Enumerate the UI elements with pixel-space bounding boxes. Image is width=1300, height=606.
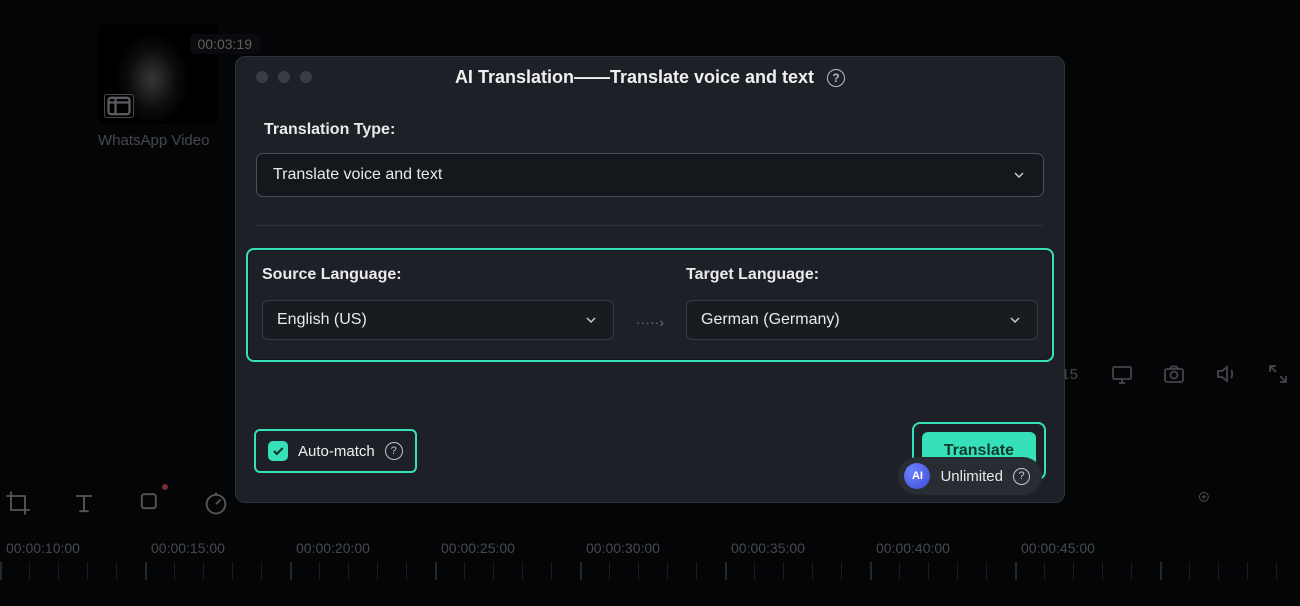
help-icon[interactable]: ? bbox=[385, 442, 403, 460]
target-language-label: Target Language: bbox=[686, 266, 1038, 284]
dialog-title-text: AI Translation——Translate voice and text bbox=[455, 67, 814, 87]
arrow-right-icon: ·····› bbox=[634, 314, 666, 340]
check-icon bbox=[271, 444, 285, 458]
auto-match-group: Auto-match ? bbox=[254, 429, 417, 473]
ai-badge-text: AI bbox=[912, 470, 923, 482]
target-language-select[interactable]: German (Germany) bbox=[686, 300, 1038, 340]
credits-pill[interactable]: AI Unlimited ? bbox=[898, 457, 1042, 495]
translation-type-label: Translation Type: bbox=[236, 93, 1064, 153]
dialog-header: AI Translation——Translate voice and text… bbox=[236, 57, 1064, 93]
chevron-down-icon bbox=[1011, 167, 1027, 183]
chevron-down-icon bbox=[1007, 312, 1023, 328]
divider bbox=[256, 225, 1044, 226]
dialog-title: AI Translation——Translate voice and text… bbox=[236, 67, 1064, 88]
auto-match-checkbox[interactable] bbox=[268, 441, 288, 461]
chevron-down-icon bbox=[583, 312, 599, 328]
translation-type-select[interactable]: Translate voice and text bbox=[256, 153, 1044, 197]
translation-type-value: Translate voice and text bbox=[273, 166, 442, 184]
help-icon[interactable]: ? bbox=[827, 69, 845, 87]
source-language-label: Source Language: bbox=[262, 266, 614, 284]
auto-match-label: Auto-match bbox=[298, 443, 375, 460]
language-selection-group: Source Language: English (US) ·····› Tar… bbox=[246, 248, 1054, 362]
ai-translation-dialog: AI Translation——Translate voice and text… bbox=[235, 56, 1065, 503]
source-language-value: English (US) bbox=[277, 311, 367, 329]
credits-text: Unlimited bbox=[940, 468, 1003, 485]
source-language-select[interactable]: English (US) bbox=[262, 300, 614, 340]
ai-badge-icon: AI bbox=[904, 463, 930, 489]
help-icon[interactable]: ? bbox=[1013, 468, 1030, 485]
target-language-value: German (Germany) bbox=[701, 311, 840, 329]
